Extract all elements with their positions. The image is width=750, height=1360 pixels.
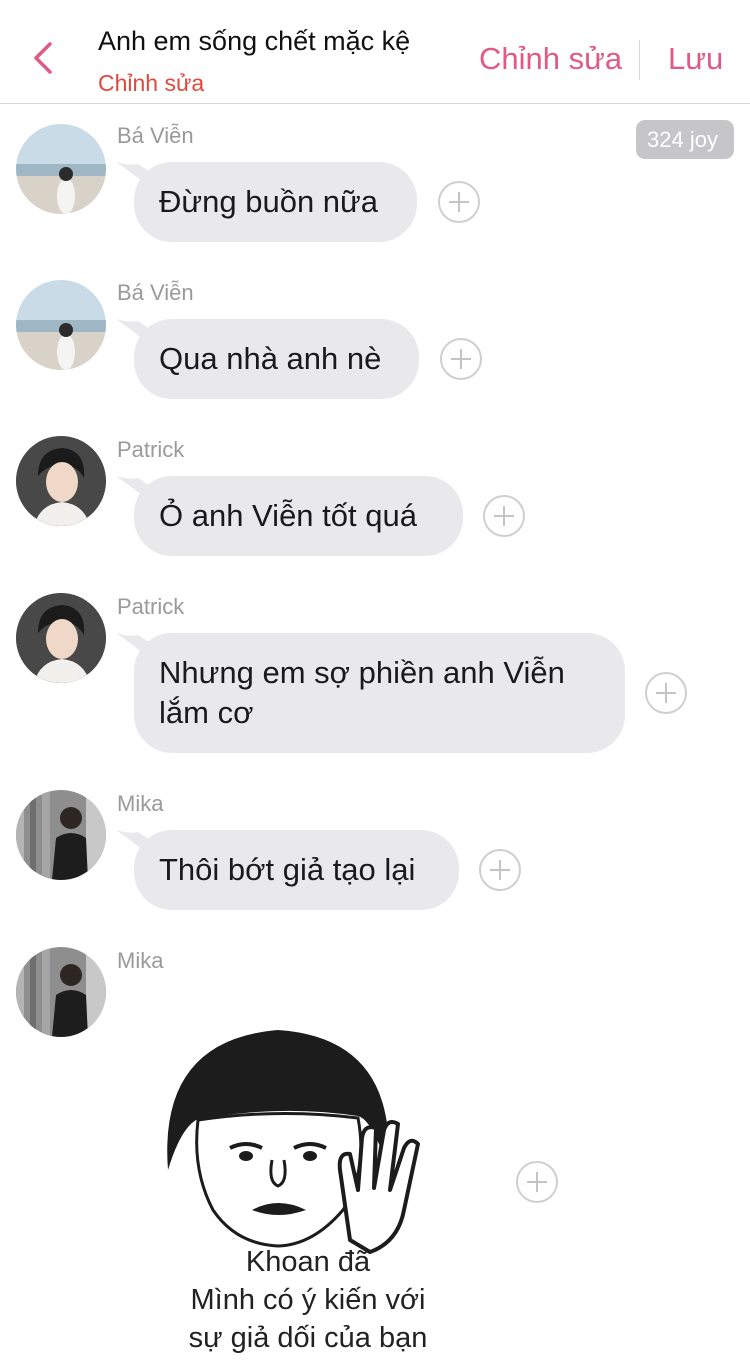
message-bubble[interactable]: Qua nhà anh nè bbox=[134, 319, 419, 399]
sender-name: Patrick bbox=[117, 594, 185, 619]
message-text: Ỏ anh Viễn tốt quá bbox=[159, 498, 417, 533]
sender-name: Patrick bbox=[117, 437, 185, 462]
sticker-caption: Khoan đã bbox=[245, 1246, 371, 1278]
add-reaction-button[interactable] bbox=[479, 849, 521, 891]
message-text: Đừng buồn nữa bbox=[159, 184, 379, 219]
sticker-caption: Mình có ý kiến với bbox=[190, 1284, 426, 1316]
header-divider bbox=[639, 40, 640, 80]
sender-name: Mika bbox=[117, 791, 164, 816]
sticker-caption: sự giả dối của bạn bbox=[188, 1322, 428, 1354]
add-reaction-button[interactable] bbox=[483, 495, 525, 537]
message-text: Qua nhà anh nè bbox=[159, 341, 382, 376]
add-reaction-button[interactable] bbox=[645, 672, 687, 714]
avatar-patrick[interactable] bbox=[16, 436, 106, 526]
joy-badge: 324 joy bbox=[636, 120, 734, 159]
chat-header: Anh em sống chết mặc kệ Chỉnh sửa Chỉnh … bbox=[0, 0, 750, 104]
save-button[interactable]: Lưu bbox=[668, 41, 723, 77]
message-bubble[interactable]: Nhưng em sợ phiền anh Viễn lắm cơ bbox=[134, 633, 625, 753]
message-text: Thôi bớt giả tạo lại bbox=[159, 852, 416, 887]
message-text-line: lắm cơ bbox=[159, 695, 254, 730]
add-reaction-button[interactable] bbox=[440, 338, 482, 380]
avatar-patrick[interactable] bbox=[16, 593, 106, 683]
edit-button[interactable]: Chỉnh sửa bbox=[479, 41, 622, 77]
avatar-mika[interactable] bbox=[16, 790, 106, 880]
message-text-line: Nhưng em sợ phiền anh Viễn bbox=[159, 655, 565, 690]
add-reaction-button[interactable] bbox=[438, 181, 480, 223]
sender-name: Bá Viễn bbox=[117, 280, 194, 305]
message-bubble[interactable]: Thôi bớt giả tạo lại bbox=[134, 830, 459, 910]
add-reaction-button[interactable] bbox=[516, 1161, 558, 1203]
sender-name: Mika bbox=[117, 948, 164, 973]
sender-name: Bá Viễn bbox=[117, 123, 194, 148]
message-bubble[interactable]: Đừng buồn nữa bbox=[134, 162, 417, 242]
avatar-ba-vien[interactable] bbox=[16, 280, 106, 370]
avatar-ba-vien[interactable] bbox=[16, 124, 106, 214]
avatar-mika[interactable] bbox=[16, 947, 106, 1037]
message-bubble[interactable]: Ỏ anh Viễn tốt quá bbox=[134, 476, 463, 556]
back-chevron-icon[interactable] bbox=[26, 38, 66, 78]
meme-sticker[interactable]: Khoan đã Mình có ý kiến với sự giả dối c… bbox=[118, 1020, 498, 1360]
chat-title: Anh em sống chết mặc kệ bbox=[98, 26, 411, 56]
meme-face-icon bbox=[167, 1030, 420, 1254]
chat-subtitle[interactable]: Chỉnh sửa bbox=[98, 70, 204, 97]
